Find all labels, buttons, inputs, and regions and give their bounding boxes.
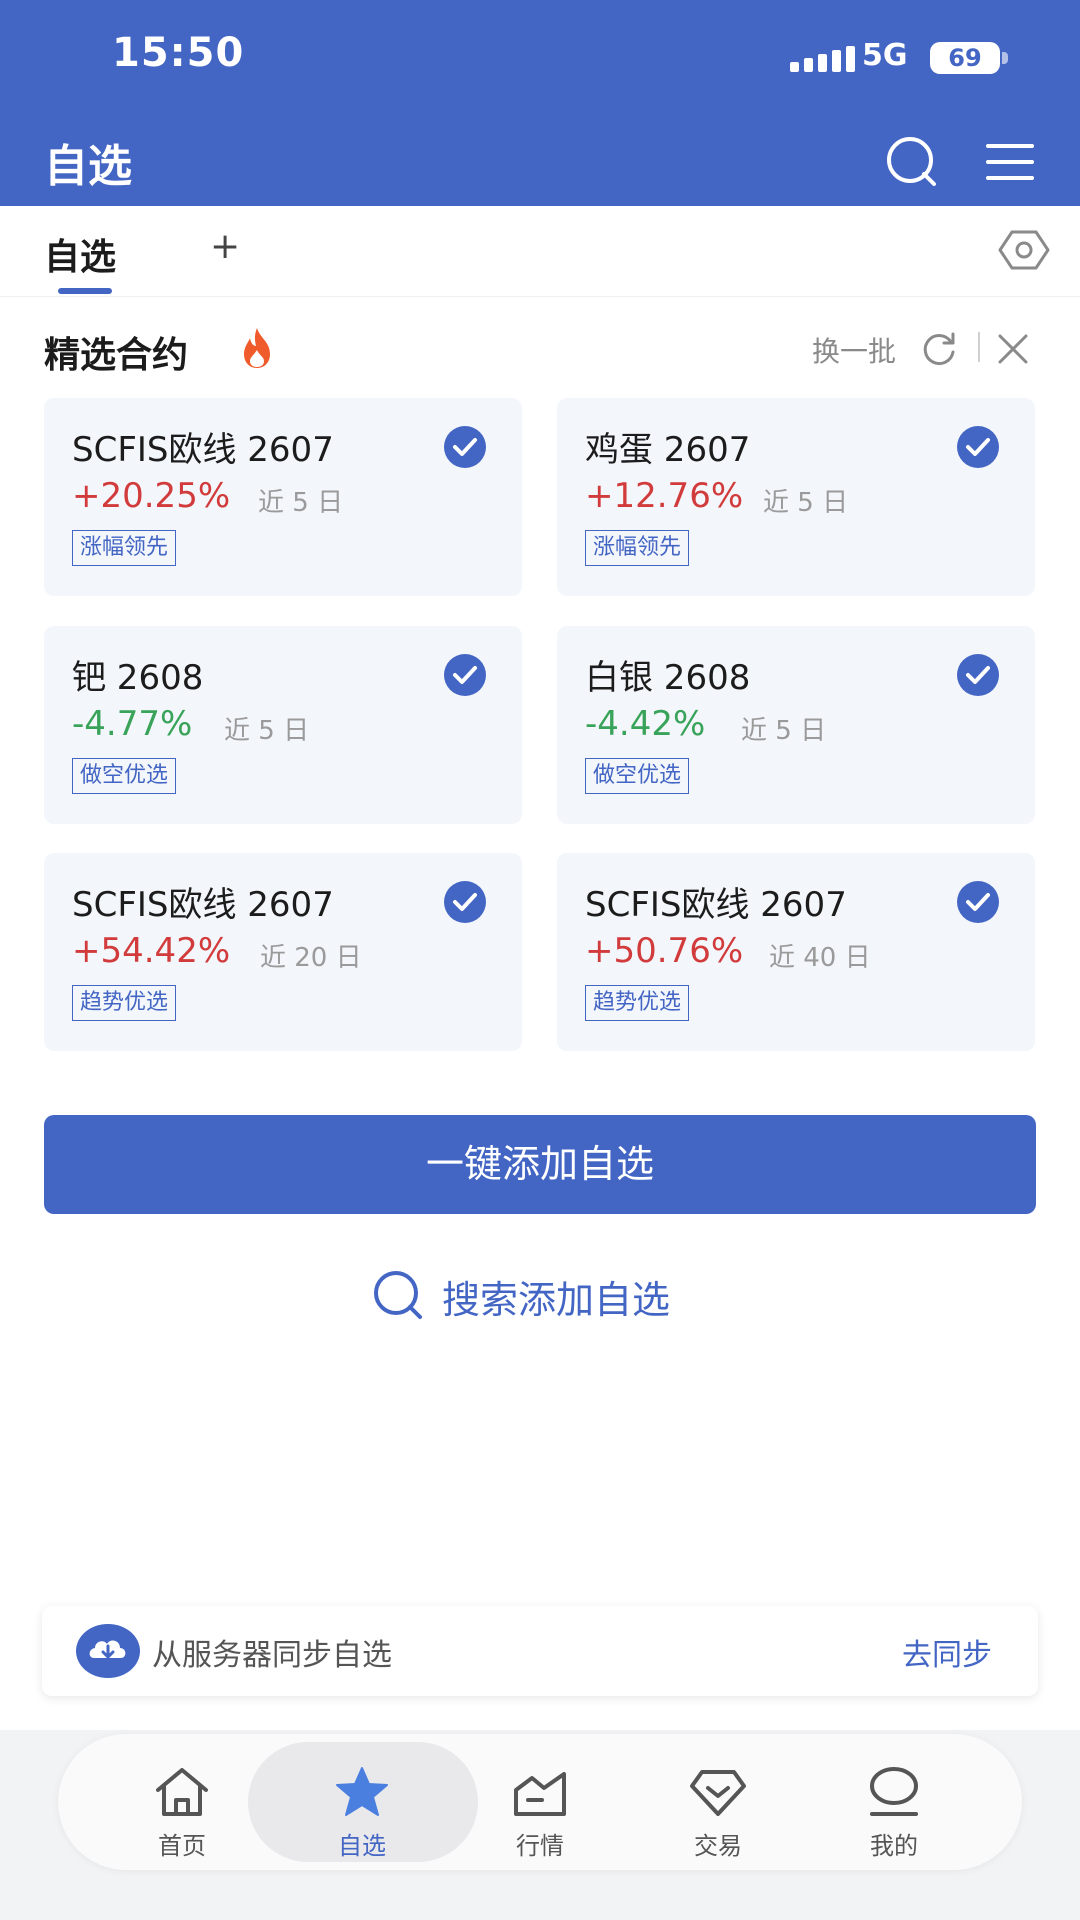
contract-name: SCFIS欧线 2607 <box>585 885 847 925</box>
contract-name: 钯 2608 <box>72 658 204 698</box>
sync-banner: 从服务器同步自选 去同步 <box>42 1606 1038 1696</box>
nav-label: 交易 <box>694 1832 742 1860</box>
contract-tag: 趋势优选 <box>72 985 177 1021</box>
nav-home[interactable]: 首页 <box>94 1734 270 1870</box>
sync-message: 从服务器同步自选 <box>152 1638 392 1673</box>
period-label: 近 40 日 <box>769 943 871 973</box>
status-bar: 15:50 5G 69 <box>0 0 1080 118</box>
contract-card[interactable]: SCFIS欧线 2607 +54.42% 近 20 日 趋势优选 <box>44 853 522 1051</box>
fire-icon <box>244 328 270 368</box>
diamond-icon <box>690 1770 746 1816</box>
contract-card[interactable]: 鸡蛋 2607 +12.76% 近 5 日 涨幅领先 <box>557 398 1035 596</box>
contract-name: SCFIS欧线 2607 <box>72 430 334 470</box>
contract-card[interactable]: SCFIS欧线 2607 +50.76% 近 40 日 趋势优选 <box>557 853 1035 1051</box>
nav-trade[interactable]: 交易 <box>630 1734 806 1870</box>
contract-tag: 做空优选 <box>72 758 177 794</box>
section-title: 精选合约 <box>44 335 189 376</box>
divider <box>978 332 980 362</box>
contract-tag: 趋势优选 <box>585 985 690 1021</box>
add-all-button[interactable]: 一键添加自选 <box>44 1115 1036 1214</box>
chart-icon <box>514 1772 566 1816</box>
checkmark-icon[interactable] <box>444 426 486 468</box>
checkmark-icon[interactable] <box>444 654 486 696</box>
contract-card[interactable]: 白银 2608 -4.42% 近 5 日 做空优选 <box>557 626 1035 824</box>
change-percent: +12.76% <box>585 476 744 516</box>
network-type: 5G <box>862 38 908 73</box>
contract-card[interactable]: SCFIS欧线 2607 +20.25% 近 5 日 涨幅领先 <box>44 398 522 596</box>
menu-icon[interactable] <box>986 138 1034 186</box>
tab-bar: 自选 + <box>0 206 1080 297</box>
star-icon <box>336 1767 388 1816</box>
battery-level: 69 <box>930 42 1000 74</box>
nav-watchlist[interactable]: 自选 <box>274 1734 450 1870</box>
home-icon <box>156 1768 208 1816</box>
change-percent: -4.42% <box>585 704 706 744</box>
bottom-nav: 首页 自选 行情 交易 我的 <box>58 1734 1022 1870</box>
period-label: 近 5 日 <box>741 716 827 746</box>
sync-link[interactable]: 去同步 <box>902 1630 992 1674</box>
page-title: 自选 <box>44 141 132 192</box>
refresh-batch-label[interactable]: 换一批 <box>812 330 896 370</box>
nav-label: 行情 <box>516 1832 564 1860</box>
period-label: 近 20 日 <box>260 943 362 973</box>
contract-tag: 做空优选 <box>585 758 690 794</box>
status-time: 15:50 <box>112 30 245 76</box>
nav-label: 自选 <box>338 1832 386 1860</box>
nav-profile[interactable]: 我的 <box>806 1734 982 1870</box>
change-percent: +54.42% <box>72 931 231 971</box>
change-percent: +50.76% <box>585 931 744 971</box>
contract-name: 白银 2608 <box>585 658 751 698</box>
profile-icon <box>870 1767 918 1816</box>
checkmark-icon[interactable] <box>444 881 486 923</box>
app-header: 自选 <box>0 118 1080 206</box>
add-tab-button[interactable]: + <box>210 226 240 267</box>
contract-name: 鸡蛋 2607 <box>585 430 751 470</box>
contract-tag: 涨幅领先 <box>72 530 177 566</box>
nav-market[interactable]: 行情 <box>452 1734 628 1870</box>
checkmark-icon[interactable] <box>957 654 999 696</box>
contract-name: SCFIS欧线 2607 <box>72 885 334 925</box>
search-add-label: 搜索添加自选 <box>442 1278 671 1322</box>
tab-active-indicator <box>58 288 112 294</box>
cloud-download-icon <box>76 1624 140 1678</box>
checkmark-icon[interactable] <box>957 881 999 923</box>
search-icon <box>374 1271 422 1319</box>
change-percent: +20.25% <box>72 476 231 516</box>
period-label: 近 5 日 <box>258 488 344 518</box>
tab-watchlist[interactable]: 自选 <box>44 228 116 280</box>
change-percent: -4.77% <box>72 704 193 744</box>
nav-label: 我的 <box>870 1832 918 1860</box>
eye-icon[interactable] <box>998 228 1050 272</box>
refresh-icon[interactable] <box>920 330 958 368</box>
nav-label: 首页 <box>158 1832 206 1860</box>
battery-cap <box>1002 52 1008 64</box>
checkmark-icon[interactable] <box>957 426 999 468</box>
close-icon[interactable] <box>996 332 1030 366</box>
period-label: 近 5 日 <box>763 488 849 518</box>
contract-tag: 涨幅领先 <box>585 530 690 566</box>
period-label: 近 5 日 <box>224 716 310 746</box>
search-icon[interactable] <box>884 134 940 190</box>
contract-card[interactable]: 钯 2608 -4.77% 近 5 日 做空优选 <box>44 626 522 824</box>
